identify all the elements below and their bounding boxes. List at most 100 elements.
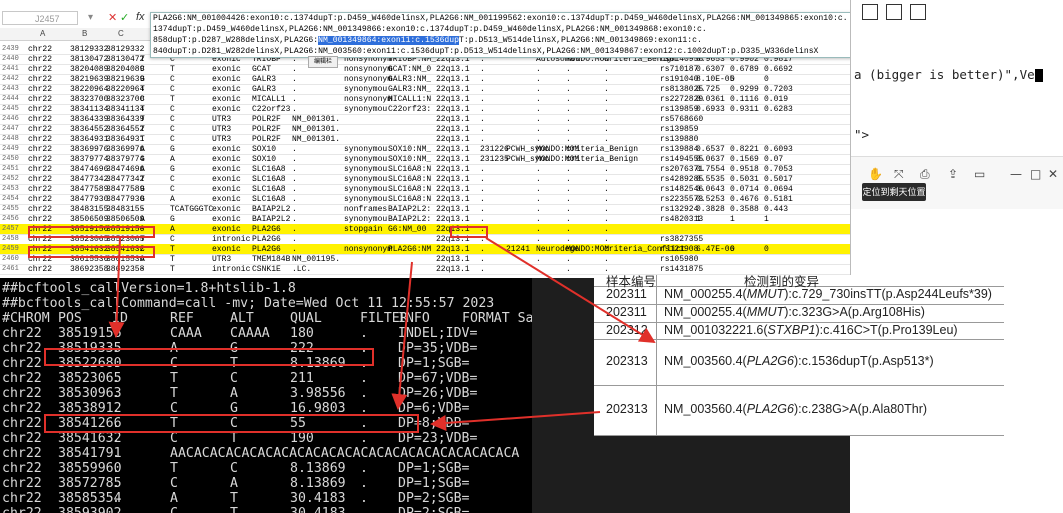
table-cell[interactable]: 0.1116 — [730, 95, 759, 104]
column-header[interactable]: B — [82, 29, 87, 38]
table-cell[interactable]: . — [566, 85, 571, 94]
table-cell[interactable]: 38323700 — [106, 95, 144, 104]
row-number[interactable]: 2443 — [2, 85, 28, 93]
table-cell[interactable]: UTR3 — [212, 135, 231, 144]
table-cell[interactable]: . — [480, 205, 485, 214]
table-cell[interactable]: 0.7053 — [764, 165, 793, 174]
row-number[interactable]: 2461 — [2, 265, 28, 273]
function-icon[interactable]: fx — [136, 11, 145, 23]
table-cell[interactable]: CSNK1E — [252, 265, 281, 274]
table-cell[interactable]: T — [140, 85, 145, 94]
table-cell[interactable]: . — [536, 65, 541, 74]
table-cell[interactable]: chr22 — [28, 95, 52, 104]
table-cell[interactable]: . — [480, 265, 485, 274]
table-cell[interactable]: . — [566, 215, 571, 224]
table-cell[interactable]: . — [536, 135, 541, 144]
table-cell[interactable]: criteria_Benign — [566, 145, 638, 154]
cancel-icon[interactable]: ✕ — [108, 11, 117, 24]
table-cell[interactable]: 231235 — [480, 155, 509, 164]
table-cell[interactable]: 6.47E-06 — [696, 245, 734, 254]
table-cell[interactable]: . — [604, 235, 609, 244]
row-number[interactable]: 2449 — [2, 145, 28, 153]
table-cell[interactable]: T — [140, 135, 145, 144]
table-cell[interactable]: 0.1569 — [730, 155, 759, 164]
row-number[interactable]: 2453 — [2, 185, 28, 193]
table-cell[interactable]: 22q13.1 — [436, 165, 470, 174]
table-cell[interactable]: . — [566, 205, 571, 214]
table-cell[interactable]: exonic — [212, 85, 241, 94]
table-cell[interactable]: . — [604, 205, 609, 214]
table-cell[interactable]: PLA2G6 — [252, 235, 281, 244]
table-cell[interactable]: intronic — [212, 265, 250, 274]
table-cell[interactable]: 0.9311 — [730, 105, 759, 114]
table-cell[interactable]: A — [140, 165, 145, 174]
table-cell[interactable]: 22q13.1 — [436, 195, 470, 204]
table-cell[interactable]: nonframes — [344, 205, 387, 214]
table-cell[interactable]: 0.019 — [764, 95, 788, 104]
table-cell[interactable]: C — [170, 115, 175, 124]
table-cell[interactable]: . — [604, 175, 609, 184]
table-cell[interactable]: . — [536, 165, 541, 174]
table-cell[interactable]: . — [480, 245, 485, 254]
table-cell[interactable]: 38219639 — [70, 75, 108, 84]
table-cell[interactable]: G — [140, 195, 145, 204]
table-cell[interactable]: synonymou — [344, 185, 387, 194]
table-cell[interactable]: . — [604, 135, 609, 144]
table-cell[interactable]: chr22 — [28, 265, 52, 274]
table-cell[interactable]: BAIAP2L2: — [388, 205, 431, 214]
table-cell[interactable]: . — [480, 255, 485, 264]
table-cell[interactable]: rs139859 — [660, 125, 698, 134]
table-cell[interactable]: chr22 — [28, 55, 52, 64]
table-cell[interactable]: 38477342 — [70, 175, 108, 184]
table-cell[interactable]: . — [292, 105, 297, 114]
table-cell[interactable]: 0.6933 — [696, 105, 725, 114]
fit-icon[interactable]: ⤧ — [894, 167, 904, 182]
edit-bar-chip[interactable]: 编辑栏 — [308, 56, 338, 68]
table-cell[interactable]: SOX10:NM_ — [388, 145, 431, 154]
table-cell[interactable]: . — [292, 235, 297, 244]
row-number[interactable]: 2455 — [2, 205, 28, 213]
table-cell[interactable]: . — [566, 75, 571, 84]
table-cell[interactable]: 38323700 — [70, 95, 108, 104]
table-cell[interactable]: . — [536, 75, 541, 84]
table-cell[interactable]: .LC. — [292, 265, 311, 274]
table-cell[interactable]: chr22 — [28, 165, 52, 174]
table-cell[interactable]: 22q13.1 — [436, 85, 470, 94]
table-cell[interactable]: 38219639 — [106, 75, 144, 84]
table-cell[interactable]: T — [170, 95, 175, 104]
table-cell[interactable]: 22q13.1 — [436, 205, 470, 214]
table-cell[interactable]: 231226 — [480, 145, 509, 154]
table-cell[interactable]: PLA2G6 — [252, 245, 281, 254]
table-cell[interactable]: C — [140, 65, 145, 74]
table-cell[interactable]: 38379774 — [106, 155, 144, 164]
table-cell[interactable]: 38364931 — [70, 135, 108, 144]
table-cell[interactable]: 38474696 — [106, 165, 144, 174]
table-cell[interactable]: . — [292, 155, 297, 164]
table-cell[interactable]: 22q13.1 — [436, 95, 470, 104]
table-cell[interactable]: stopgain — [344, 225, 382, 234]
table-cell[interactable]: 0.9299 — [730, 85, 759, 94]
table-cell[interactable]: 0.6537 — [696, 145, 725, 154]
table-cell[interactable]: 0.5535 — [696, 175, 725, 184]
table-cell[interactable]: - — [140, 265, 145, 274]
table-cell[interactable]: exonic — [212, 175, 241, 184]
table-cell[interactable]: C — [170, 175, 175, 184]
row-number[interactable]: 2441 — [2, 65, 28, 73]
table-cell[interactable]: 0.5181 — [764, 195, 793, 204]
table-cell[interactable]: 22q13.1 — [436, 115, 470, 124]
table-cell[interactable]: 0 — [730, 245, 735, 254]
table-cell[interactable]: BAIAP2L2 — [252, 205, 290, 214]
table-cell[interactable]: 38692358 — [106, 265, 144, 274]
table-cell[interactable]: . — [536, 225, 541, 234]
table-cell[interactable]: 38369976 — [70, 145, 108, 154]
table-cell[interactable]: A — [140, 145, 145, 154]
table-cell[interactable]: exonic — [212, 225, 241, 234]
table-cell[interactable]: C — [170, 185, 175, 194]
table-cell[interactable]: 22q13.1 — [436, 125, 470, 134]
column-header[interactable]: C — [118, 29, 124, 38]
row-number[interactable]: 2442 — [2, 75, 28, 83]
table-cell[interactable]: . — [604, 105, 609, 114]
table-cell[interactable]: MICALL1 — [252, 95, 286, 104]
table-cell[interactable]: C — [170, 135, 175, 144]
table-cell[interactable]: SOX10:NM_ — [388, 155, 431, 164]
